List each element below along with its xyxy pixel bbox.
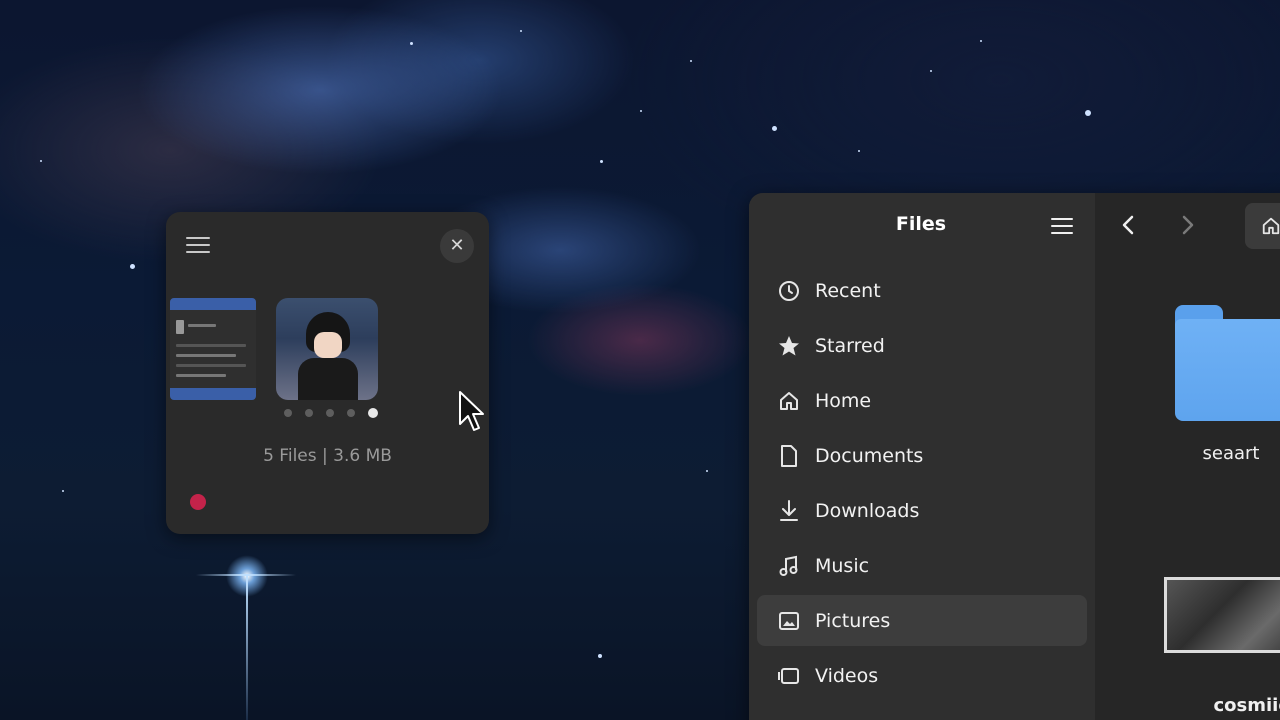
sidebar-item-recent[interactable]: Recent [757, 265, 1087, 316]
files-sidebar: Files Recent Starred Home Documents Down… [749, 193, 1095, 720]
places-list: Recent Starred Home Documents Downloads … [757, 265, 1087, 705]
sidebar-item-downloads[interactable]: Downloads [757, 485, 1087, 536]
close-icon: ✕ [449, 235, 465, 256]
record-indicator[interactable] [190, 494, 206, 510]
folder-icon[interactable] [1175, 305, 1280, 421]
sidebar-item-music[interactable]: Music [757, 540, 1087, 591]
pager-dot-active[interactable] [368, 408, 378, 418]
sidebar-item-home[interactable]: Home [757, 375, 1087, 426]
sidebar-header: Files [749, 193, 1095, 257]
sidebar-item-label: Videos [815, 664, 879, 687]
stack-pager[interactable] [284, 408, 378, 418]
pager-dot[interactable] [326, 409, 334, 417]
pager-dot[interactable] [305, 409, 313, 417]
chevron-left-icon [1122, 215, 1134, 235]
file-thumbnail-screenshot[interactable] [170, 298, 256, 400]
files-content-area: seaart cosmiic- [1095, 193, 1280, 720]
sidebar-item-starred[interactable]: Starred [757, 320, 1087, 371]
videos-icon [777, 664, 801, 688]
home-icon [1262, 217, 1280, 235]
image-label[interactable]: cosmiic- [1175, 695, 1280, 716]
sidebar-item-videos[interactable]: Videos [757, 650, 1087, 701]
menu-icon[interactable] [186, 234, 210, 254]
back-button[interactable] [1117, 213, 1141, 237]
star-icon [777, 334, 801, 358]
file-thumbnail-avatar[interactable] [276, 298, 378, 400]
sidebar-item-label: Music [815, 554, 870, 577]
sidebar-item-label: Recent [815, 279, 881, 302]
chevron-right-icon [1182, 215, 1194, 235]
image-thumbnail[interactable] [1164, 577, 1280, 653]
clock-icon [777, 279, 801, 303]
window-title: Files [895, 213, 947, 235]
drop-shelf-window: ✕ 5 Files | 3.6 MB [166, 212, 489, 534]
download-icon [777, 499, 801, 523]
forward-button[interactable] [1175, 213, 1199, 237]
sidebar-item-pictures[interactable]: Pictures [757, 595, 1087, 646]
sidebar-item-label: Downloads [815, 499, 920, 522]
files-window: Files Recent Starred Home Documents Down… [749, 193, 1280, 720]
folder-label[interactable]: seaart [1151, 443, 1280, 464]
sidebar-item-label: Documents [815, 444, 924, 467]
pager-dot[interactable] [347, 409, 355, 417]
music-icon [777, 554, 801, 578]
hamburger-menu-icon[interactable] [1051, 216, 1073, 236]
files-summary: 5 Files | 3.6 MB [263, 446, 392, 466]
sidebar-item-label: Pictures [815, 609, 891, 632]
close-button[interactable]: ✕ [440, 229, 474, 263]
sidebar-item-documents[interactable]: Documents [757, 430, 1087, 481]
document-icon [777, 444, 801, 468]
home-icon [777, 389, 801, 413]
sidebar-item-label: Home [815, 389, 872, 412]
pager-dot[interactable] [284, 409, 292, 417]
sidebar-item-label: Starred [815, 334, 885, 357]
pictures-icon [777, 609, 801, 633]
path-bar-home[interactable] [1245, 203, 1280, 249]
mouse-cursor-icon [459, 391, 484, 431]
